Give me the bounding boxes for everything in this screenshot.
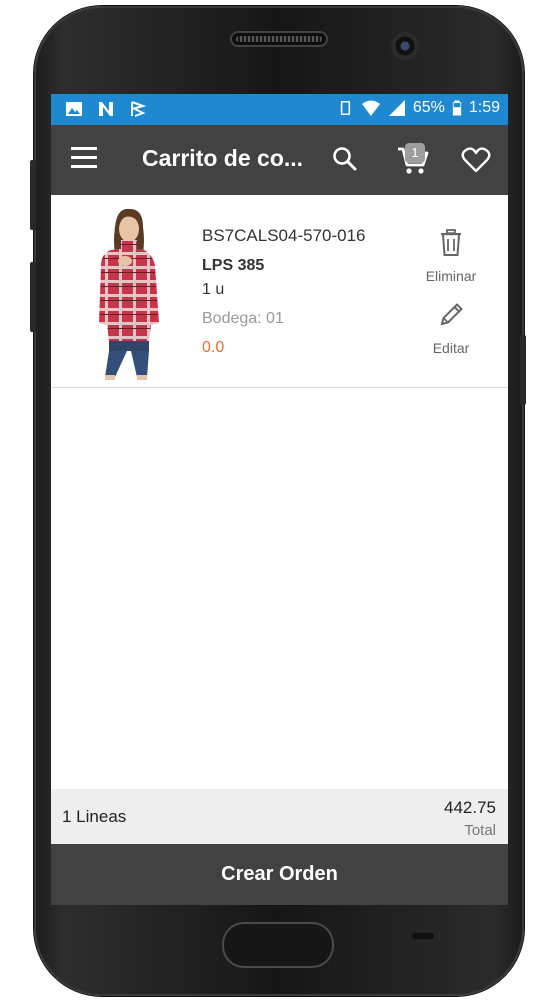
edit-label: Editar bbox=[432, 340, 470, 356]
home-button bbox=[222, 922, 334, 968]
menu-icon-line bbox=[71, 165, 97, 168]
cart-item-row[interactable]: BS7CALS04-570-016 LPS 385 1 u Bodega: 01… bbox=[51, 195, 508, 388]
status-bar: 65% 1:59 bbox=[51, 94, 508, 125]
menu-icon bbox=[71, 147, 97, 150]
vibrate-icon bbox=[340, 101, 350, 115]
total-amount: 442.75 bbox=[444, 798, 496, 817]
battery-icon bbox=[452, 100, 462, 116]
earpiece-speaker bbox=[230, 31, 328, 47]
search-icon[interactable] bbox=[331, 145, 359, 173]
create-order-button[interactable]: Crear Orden bbox=[51, 844, 508, 905]
pencil-icon bbox=[440, 303, 463, 326]
power-button bbox=[520, 335, 526, 405]
volume-button-lower bbox=[30, 262, 36, 332]
delete-button[interactable]: Eliminar bbox=[416, 229, 486, 284]
page-title: Carrito de co... bbox=[142, 145, 304, 171]
delete-label: Eliminar bbox=[425, 268, 477, 284]
product-image bbox=[99, 208, 159, 380]
wifi-icon bbox=[361, 100, 380, 116]
menu-button[interactable] bbox=[71, 147, 103, 173]
signal-icon bbox=[388, 100, 405, 116]
product-discount: 0.0 bbox=[202, 339, 225, 356]
app-bar: Carrito de co... bbox=[51, 125, 508, 195]
gallery-icon bbox=[66, 102, 82, 116]
total-label: Total bbox=[464, 822, 496, 839]
product-warehouse: Bodega: 01 bbox=[202, 310, 284, 327]
product-sku: BS7CALS04-570-016 bbox=[202, 226, 366, 245]
product-price: LPS 385 bbox=[202, 257, 265, 274]
product-quantity: 1 u bbox=[202, 281, 225, 298]
menu-icon-line bbox=[71, 156, 97, 159]
flag-icon bbox=[131, 101, 147, 117]
edit-button[interactable]: Editar bbox=[416, 301, 486, 356]
battery-percent: 65% bbox=[412, 99, 445, 116]
n-icon bbox=[99, 102, 113, 116]
trash-icon bbox=[441, 229, 461, 256]
heart-icon[interactable] bbox=[461, 146, 491, 174]
front-camera bbox=[391, 32, 419, 60]
cart-summary: 1 Lineas 442.75 Total bbox=[51, 789, 508, 844]
line-count: 1 Lineas bbox=[62, 807, 127, 826]
screen: 65% 1:59 Carrito de co... 1 BS7CALS04-57… bbox=[51, 94, 508, 905]
back-sensor bbox=[412, 933, 434, 939]
clock: 1:59 bbox=[468, 99, 500, 116]
cart-count-badge: 1 bbox=[405, 143, 425, 163]
volume-button bbox=[30, 160, 36, 230]
